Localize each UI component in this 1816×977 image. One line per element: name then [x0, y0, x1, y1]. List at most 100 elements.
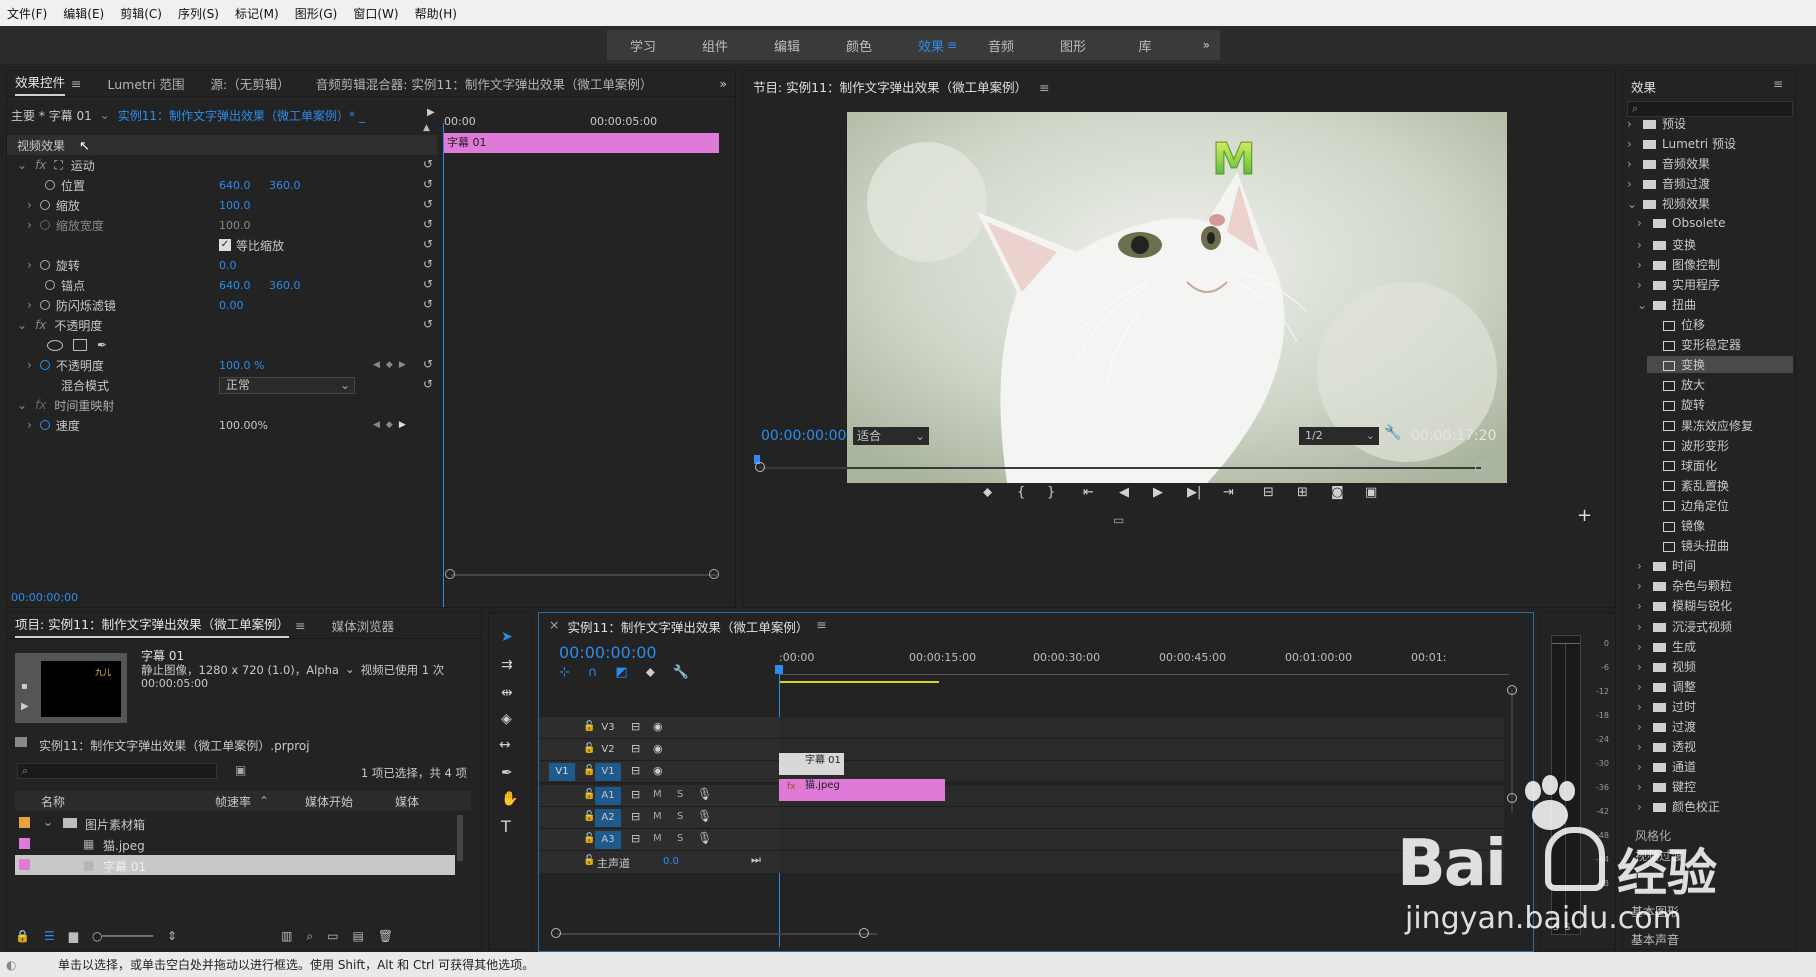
playhead-handle[interactable]	[775, 665, 783, 674]
rotation-value[interactable]: 0.0	[219, 255, 237, 275]
sync-lock-icon[interactable]: ⊟	[631, 764, 640, 777]
effect-item[interactable]: 镜像	[1647, 517, 1705, 534]
button-editor-icon[interactable]: ▣	[1365, 485, 1377, 500]
menu-item[interactable]: 窗口(W)	[352, 5, 399, 22]
effect-item[interactable]: 位移	[1647, 316, 1705, 333]
effect-item[interactable]: 变换	[1647, 356, 1793, 374]
track-target-button[interactable]: V1	[595, 763, 621, 781]
chevron-right-icon[interactable]: ›	[1627, 117, 1635, 131]
lock-icon[interactable]: 🔓	[583, 721, 595, 732]
meter-solo-left[interactable]: S	[1553, 923, 1559, 933]
effect-item[interactable]: › 通道	[1637, 758, 1696, 775]
column-header[interactable]: 媒体	[395, 793, 419, 810]
master-track-value[interactable]: 0.0	[663, 856, 679, 867]
track-target-button[interactable]: A1	[595, 787, 621, 805]
mark-in-icon[interactable]: {	[1017, 485, 1025, 500]
keyframe-nav[interactable]: ◀ ◆ ▶	[373, 415, 406, 435]
reset-icon[interactable]: ↺	[423, 217, 433, 231]
list-view-icon[interactable]: ☰	[44, 929, 55, 943]
new-item-icon[interactable]: ▤	[352, 929, 363, 943]
reset-icon[interactable]: ↺	[423, 177, 433, 191]
lift-icon[interactable]: ⊟	[1263, 485, 1274, 500]
sort-ascending-icon[interactable]: ⌃	[259, 794, 269, 808]
work-area-bar[interactable]	[779, 681, 939, 683]
stopwatch-icon[interactable]	[39, 260, 50, 270]
ec-clip-bar[interactable]: 字幕 01	[443, 133, 719, 153]
master-track-lane[interactable]	[779, 851, 1504, 873]
chevron-right-icon[interactable]: ›	[1637, 579, 1645, 593]
stopwatch-icon[interactable]	[45, 280, 55, 290]
column-header[interactable]: 媒体开始	[305, 793, 353, 810]
effect-item[interactable]: › 实用程序	[1637, 276, 1720, 293]
effect-item[interactable]: › 时间	[1637, 557, 1696, 574]
chevron-right-icon[interactable]: ›	[1637, 216, 1645, 230]
essential-sound-tab[interactable]: 基本声音	[1631, 931, 1679, 948]
uniform-scale-checkbox[interactable]: ✓	[219, 239, 231, 251]
chevron-down-icon[interactable]: ⌄	[1637, 298, 1647, 312]
pen-mask-icon[interactable]: ✒	[97, 338, 107, 352]
stopwatch-icon[interactable]	[39, 220, 50, 230]
effect-item[interactable]: 放大	[1647, 376, 1705, 393]
chevron-right-icon[interactable]: ›	[1637, 760, 1645, 774]
timeline-zoom-bar[interactable]	[557, 933, 877, 935]
anchor-x-value[interactable]: 640.0	[219, 275, 251, 295]
effect-item[interactable]: › 调整	[1637, 678, 1696, 695]
menu-icon[interactable]: ≡	[1039, 80, 1049, 95]
ec-timecode[interactable]: 00:00:00:00	[11, 591, 78, 604]
eye-icon[interactable]: ◉	[653, 720, 663, 733]
ec-zoom-handle-right[interactable]	[709, 569, 719, 579]
effect-item[interactable]: › 过时	[1637, 698, 1696, 715]
compare-icon[interactable]: ▭	[1113, 513, 1124, 527]
effect-item[interactable]: 变形稳定器	[1647, 336, 1741, 353]
chevron-right-icon[interactable]: ›	[1637, 278, 1645, 292]
fit-select[interactable]: 适合 ⌄	[853, 427, 929, 445]
effect-item[interactable]: 球面化	[1647, 457, 1717, 474]
reset-icon[interactable]: ↺	[423, 237, 433, 251]
linked-select-icon[interactable]: ◩	[615, 665, 627, 680]
effect-item[interactable]: 旋转	[1647, 396, 1705, 413]
marker-icon[interactable]: ⬥	[983, 485, 992, 500]
menu-item[interactable]: 剪辑(C)	[119, 5, 163, 22]
reset-icon[interactable]: ↺	[423, 157, 433, 171]
project-tab[interactable]: 项目: 实例11：制作文字弹出效果（微工单案例）	[15, 614, 290, 638]
more-workspaces-icon[interactable]: »	[1203, 38, 1210, 52]
essential-graphics-tab[interactable]: 基本图形	[1631, 903, 1679, 920]
play-icon[interactable]: ▶	[1153, 485, 1163, 500]
effects-partial-item[interactable]: 风格化	[1635, 827, 1671, 844]
eye-icon[interactable]: ◉	[653, 742, 663, 755]
sync-lock-icon[interactable]: ⊟	[631, 742, 640, 755]
find-icon[interactable]: ⌕	[306, 929, 313, 944]
reset-icon[interactable]: ↺	[423, 317, 433, 331]
effect-item[interactable]: ⌄ 视频效果	[1627, 195, 1710, 212]
reset-icon[interactable]: ↺	[423, 197, 433, 211]
lock-icon[interactable]: 🔓	[583, 789, 595, 800]
automate-icon[interactable]: ▥	[281, 929, 292, 943]
track-lane[interactable]	[779, 807, 1504, 829]
track-target-button[interactable]: A3	[595, 831, 621, 849]
sort-icon[interactable]: ⇕	[167, 929, 177, 943]
ec-tab[interactable]: Lumetri 范围	[108, 74, 185, 93]
chevron-right-icon[interactable]: ›	[1627, 157, 1635, 171]
workspace-tab[interactable]: 图形	[1037, 36, 1109, 55]
menu-item[interactable]: 帮助(H)	[414, 5, 458, 22]
stopwatch-icon[interactable]	[39, 420, 50, 430]
workspace-tab[interactable]: 学习	[607, 36, 679, 55]
reset-icon[interactable]: ↺	[423, 257, 433, 271]
resolution-select[interactable]: 1/2 ⌄	[1299, 427, 1379, 445]
title-clip[interactable]: 字幕 01	[779, 753, 844, 775]
effect-item[interactable]: › 颜色校正	[1637, 798, 1720, 815]
track-target-button[interactable]: V3	[595, 719, 621, 737]
position-y-value[interactable]: 360.0	[269, 175, 301, 195]
menu-item[interactable]: 编辑(E)	[62, 5, 105, 22]
ellipse-mask-icon[interactable]	[47, 339, 63, 351]
chevron-right-icon[interactable]: ›	[1637, 720, 1645, 734]
effects-panel-title[interactable]: 效果	[1631, 77, 1656, 96]
zoom-handle-right[interactable]	[1475, 462, 1485, 472]
bin-filter-icon[interactable]: ▣	[235, 763, 246, 777]
reset-icon[interactable]: ↺	[423, 357, 433, 371]
effect-item[interactable]: › 生成	[1637, 638, 1696, 655]
type-tool-icon[interactable]: T	[501, 817, 511, 836]
chevron-right-icon[interactable]: ›	[1637, 700, 1645, 714]
stopwatch-icon[interactable]	[39, 360, 50, 370]
ec-zoom-handle-left[interactable]	[445, 569, 455, 579]
